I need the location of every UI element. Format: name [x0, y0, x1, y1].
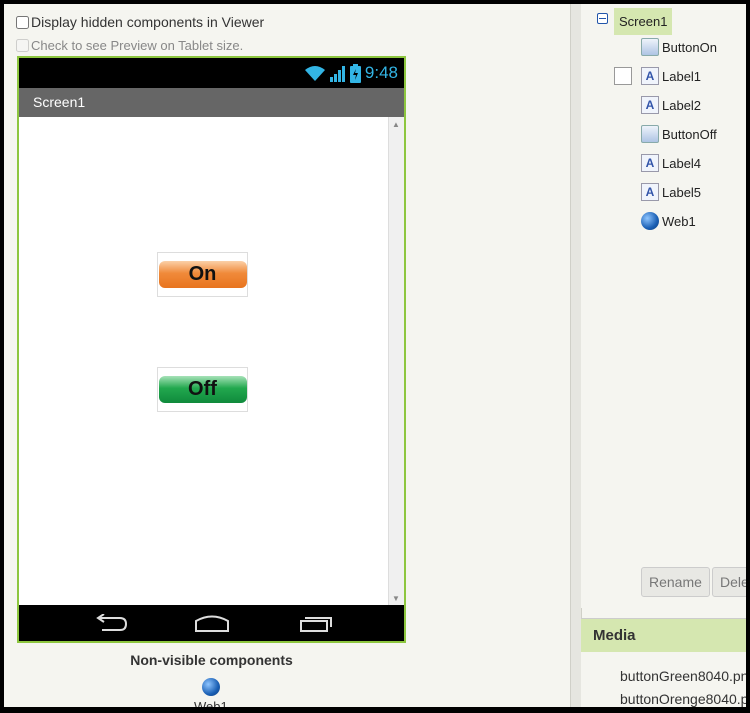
- button-icon: [641, 125, 659, 143]
- tree-node-web1[interactable]: Web1: [641, 212, 696, 230]
- android-nav-bar: [19, 605, 404, 641]
- screen-icon: [614, 67, 632, 85]
- home-icon: [195, 615, 229, 632]
- tablet-preview-checkbox[interactable]: [16, 39, 29, 52]
- label-icon: A: [641, 96, 659, 114]
- web-globe-icon: [641, 212, 659, 230]
- nonvisible-components-heading: Non-visible components: [130, 652, 293, 668]
- show-hidden-option[interactable]: Display hidden components in Viewer: [16, 14, 264, 30]
- tree-node-label: Label1: [662, 68, 702, 84]
- app-window: Display hidden components in Viewer Chec…: [4, 4, 746, 707]
- back-icon: [96, 614, 128, 631]
- tree-node-label: Label5: [662, 184, 702, 200]
- phone-preview[interactable]: 9:48 Screen1 On Off ▲ ▼: [17, 56, 406, 643]
- web-globe-icon[interactable]: [202, 678, 220, 696]
- label-icon: A: [641, 67, 659, 85]
- tree-node-label: Label2: [662, 97, 702, 113]
- tree-node-label: Web1: [662, 213, 696, 229]
- tree-node-label: Screen1: [619, 14, 668, 29]
- collapse-toggle-icon[interactable]: [597, 13, 608, 24]
- tree-node-buttonoff[interactable]: ButtonOff: [641, 125, 717, 143]
- tree-node-label1[interactable]: A Label1: [641, 67, 701, 85]
- scroll-down-arrow-icon[interactable]: ▼: [392, 594, 400, 603]
- label-icon: A: [641, 183, 659, 201]
- media-file-item[interactable]: buttonOrenge8040.pn: [620, 691, 746, 707]
- tree-node-buttonon[interactable]: ButtonOn: [641, 38, 717, 56]
- media-heading: Media: [581, 619, 746, 652]
- wifi-icon: [304, 65, 325, 81]
- status-icons: 9:48: [304, 63, 398, 83]
- tree-node-label: ButtonOn: [662, 39, 717, 55]
- button-on[interactable]: On: [158, 261, 247, 288]
- tree-node-label2[interactable]: A Label2: [641, 96, 701, 114]
- screen-canvas[interactable]: On Off ▲ ▼: [19, 117, 404, 606]
- delete-button[interactable]: Dele: [712, 567, 746, 597]
- recent-apps-icon: [300, 617, 332, 632]
- tree-node-label4[interactable]: A Label4: [641, 154, 701, 172]
- tree-node-label: ButtonOff: [662, 126, 717, 142]
- button-off-frame[interactable]: Off: [157, 367, 248, 412]
- screen-scrollbar[interactable]: ▲ ▼: [388, 117, 404, 606]
- screen-title-bar: Screen1: [19, 88, 404, 117]
- components-tree-panel: Screen1 ButtonOn A Label1 A Label2 Butto…: [581, 4, 746, 608]
- button-off[interactable]: Off: [158, 376, 247, 403]
- button-icon: [641, 38, 659, 56]
- nonvisible-web1-label: Web1: [194, 699, 228, 707]
- tree-node-label: Label4: [662, 155, 702, 171]
- signal-icon: [329, 65, 345, 82]
- show-hidden-checkbox[interactable]: [16, 15, 29, 29]
- tablet-preview-option[interactable]: Check to see Preview on Tablet size.: [16, 38, 243, 53]
- screen-title: Screen1: [33, 94, 86, 110]
- tree-node-screen1[interactable]: Screen1: [614, 8, 673, 85]
- tablet-preview-label: Check to see Preview on Tablet size.: [31, 38, 244, 53]
- label-icon: A: [641, 154, 659, 172]
- tree-node-label5[interactable]: A Label5: [641, 183, 701, 201]
- status-clock: 9:48: [364, 63, 398, 82]
- button-on-frame[interactable]: On: [157, 252, 248, 297]
- status-bar: 9:48: [19, 58, 404, 88]
- media-panel: Media buttonGreen8040.pn buttonOrenge804…: [581, 618, 746, 707]
- scroll-up-arrow-icon[interactable]: ▲: [392, 120, 400, 129]
- rename-button[interactable]: Rename: [641, 567, 710, 597]
- media-file-item[interactable]: buttonGreen8040.pn: [620, 668, 746, 684]
- battery-icon: [349, 63, 361, 83]
- show-hidden-label: Display hidden components in Viewer: [31, 14, 265, 30]
